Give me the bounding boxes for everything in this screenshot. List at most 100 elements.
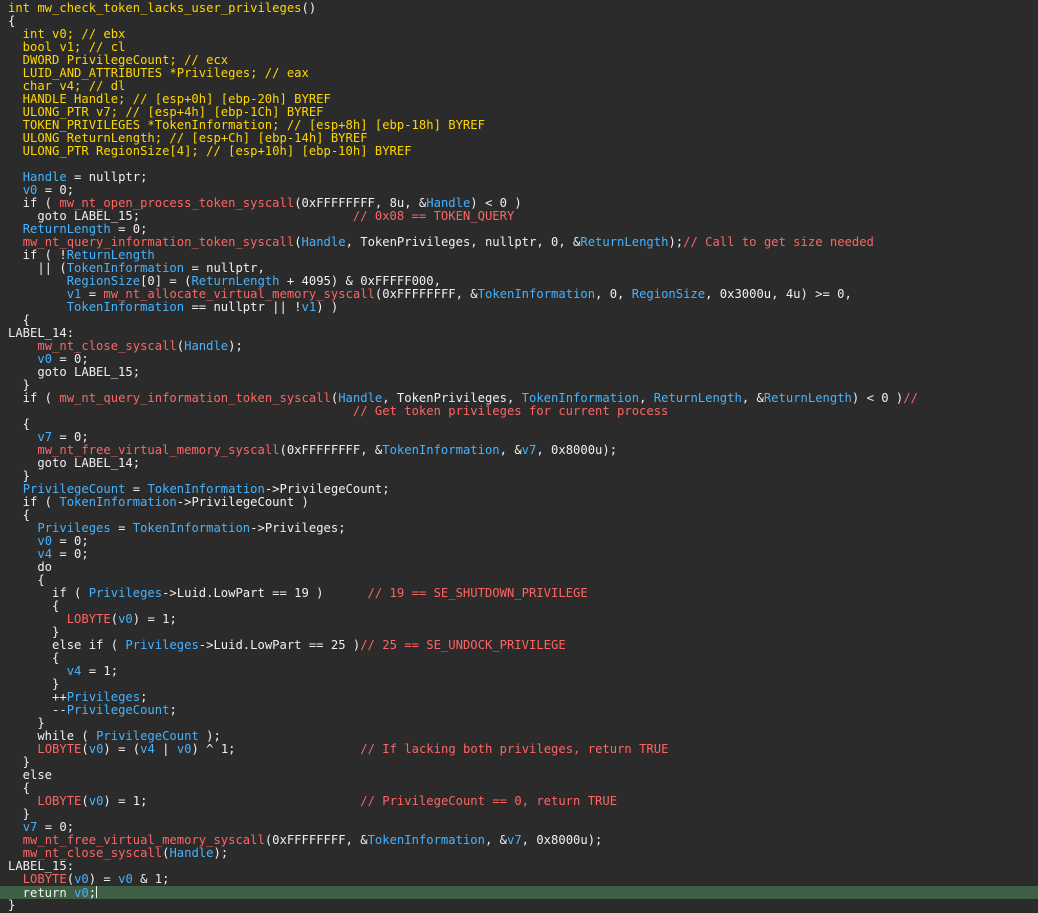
code-line[interactable]: mw_nt_close_syscall(Handle);: [8, 847, 1038, 860]
code-line[interactable]: {: [8, 418, 1038, 431]
variable-token[interactable]: TokenInformation: [67, 261, 184, 275]
variable-token[interactable]: v4: [37, 547, 52, 561]
code-line[interactable]: v4 = 1;: [8, 665, 1038, 678]
code-line[interactable]: Handle = nullptr;: [8, 171, 1038, 184]
variable-token[interactable]: Handle: [426, 196, 470, 210]
code-line[interactable]: TokenInformation == nullptr || !v1) ): [8, 301, 1038, 314]
variable-token[interactable]: ReturnLength: [67, 248, 155, 262]
code-line[interactable]: if ( TokenInformation->PrivilegeCount ): [8, 496, 1038, 509]
code-line[interactable]: [8, 158, 1038, 171]
function-call-token[interactable]: mw_nt_allocate_virtual_memory_syscall: [103, 287, 375, 301]
variable-token[interactable]: TokenInformation: [59, 495, 176, 509]
variable-token[interactable]: Handle: [184, 339, 228, 353]
variable-token[interactable]: Privileges: [125, 638, 198, 652]
variable-token[interactable]: RegionSize: [67, 274, 140, 288]
variable-token[interactable]: v7: [522, 443, 537, 457]
code-line[interactable]: LOBYTE(v0) = 1; // PrivilegeCount == 0, …: [8, 795, 1038, 808]
function-call-token[interactable]: LOBYTE: [37, 742, 81, 756]
variable-token[interactable]: v0: [74, 886, 89, 900]
variable-token[interactable]: v0: [37, 534, 52, 548]
code-line[interactable]: LOBYTE(v0) = (v4 | v0) ^ 1; // If lackin…: [8, 743, 1038, 756]
code-line[interactable]: goto LABEL_15; // 0x08 == TOKEN_QUERY: [8, 210, 1038, 223]
code-line[interactable]: if ( Privileges->Luid.LowPart == 19 ) //…: [8, 587, 1038, 600]
pseudocode-listing[interactable]: int mw_check_token_lacks_user_privileges…: [0, 2, 1038, 912]
function-call-token[interactable]: mw_nt_close_syscall: [37, 339, 176, 353]
function-call-token[interactable]: LOBYTE: [23, 872, 67, 886]
code-line[interactable]: int v0; // ebx: [8, 28, 1038, 41]
variable-token[interactable]: v0: [177, 742, 192, 756]
variable-token[interactable]: TokenInformation: [478, 287, 595, 301]
variable-token[interactable]: TokenInformation: [147, 482, 264, 496]
code-line[interactable]: {: [8, 314, 1038, 327]
function-call-token[interactable]: LOBYTE: [37, 794, 81, 808]
variable-token[interactable]: v0: [89, 742, 104, 756]
variable-token[interactable]: Handle: [338, 391, 382, 405]
code-line[interactable]: v0 = 0;: [8, 353, 1038, 366]
variable-token[interactable]: v0: [118, 612, 133, 626]
variable-token[interactable]: RegionSize: [632, 287, 705, 301]
code-line[interactable]: Privileges = TokenInformation->Privilege…: [8, 522, 1038, 535]
variable-token[interactable]: Handle: [23, 170, 67, 184]
variable-token[interactable]: v7: [507, 833, 522, 847]
variable-token[interactable]: TokenInformation: [522, 391, 639, 405]
code-line[interactable]: v4 = 0;: [8, 548, 1038, 561]
variable-token[interactable]: ReturnLength: [580, 235, 668, 249]
current-code-line[interactable]: return v0;: [0, 886, 1038, 900]
variable-token[interactable]: v4: [67, 664, 82, 678]
variable-token[interactable]: TokenInformation: [368, 833, 485, 847]
variable-token[interactable]: v7: [23, 820, 38, 834]
variable-token[interactable]: Handle: [302, 235, 346, 249]
variable-token[interactable]: Privileges: [67, 690, 140, 704]
code-line[interactable]: goto LABEL_14;: [8, 457, 1038, 470]
variable-token[interactable]: TokenInformation: [133, 521, 250, 535]
code-line[interactable]: ULONG_PTR RegionSize[4]; // [esp+10h] [e…: [8, 145, 1038, 158]
variable-token[interactable]: v7: [37, 430, 52, 444]
code-line[interactable]: LOBYTE(v0) = v0 & 1;: [8, 873, 1038, 886]
code-line[interactable]: }: [8, 808, 1038, 821]
variable-token[interactable]: TokenInformation: [67, 300, 184, 314]
code-line[interactable]: }: [8, 899, 1038, 912]
variable-token[interactable]: ReturnLength: [654, 391, 742, 405]
code-line[interactable]: mw_nt_close_syscall(Handle);: [8, 340, 1038, 353]
function-call-token[interactable]: mw_nt_query_information_token_syscall: [23, 235, 295, 249]
code-line[interactable]: LOBYTE(v0) = 1;: [8, 613, 1038, 626]
variable-token[interactable]: PrivilegeCount: [23, 482, 126, 496]
variable-token[interactable]: PrivilegeCount: [96, 729, 199, 743]
variable-token[interactable]: v0: [37, 352, 52, 366]
code-line[interactable]: {: [8, 15, 1038, 28]
variable-token[interactable]: v0: [118, 872, 133, 886]
code-line[interactable]: int mw_check_token_lacks_user_privileges…: [8, 2, 1038, 15]
variable-token[interactable]: ReturnLength: [23, 222, 111, 236]
function-call-token[interactable]: mw_nt_query_information_token_syscall: [59, 391, 331, 405]
variable-token[interactable]: Privileges: [37, 521, 110, 535]
variable-token[interactable]: TokenInformation: [382, 443, 499, 457]
pseudocode-view[interactable]: int mw_check_token_lacks_user_privileges…: [0, 0, 1038, 913]
variable-token[interactable]: PrivilegeCount: [67, 703, 170, 717]
variable-token[interactable]: v1: [67, 287, 82, 301]
variable-token[interactable]: ReturnLength: [191, 274, 279, 288]
code-line[interactable]: mw_nt_query_information_token_syscall(Ha…: [8, 236, 1038, 249]
code-line[interactable]: LUID_AND_ATTRIBUTES *Privileges; // eax: [8, 67, 1038, 80]
variable-token[interactable]: v1: [302, 300, 317, 314]
variable-token[interactable]: Handle: [169, 846, 213, 860]
code-line[interactable]: else: [8, 769, 1038, 782]
variable-token[interactable]: ReturnLength: [764, 391, 852, 405]
code-line[interactable]: }: [8, 756, 1038, 769]
code-line[interactable]: }: [8, 678, 1038, 691]
variable-token[interactable]: Privileges: [89, 586, 162, 600]
code-line[interactable]: do: [8, 561, 1038, 574]
code-line[interactable]: mw_nt_free_virtual_memory_syscall(0xFFFF…: [8, 444, 1038, 457]
function-call-token[interactable]: mw_nt_open_process_token_syscall: [59, 196, 294, 210]
function-call-token[interactable]: mw_nt_free_virtual_memory_syscall: [37, 443, 279, 457]
code-line[interactable]: v0 = 0;: [8, 535, 1038, 548]
code-line[interactable]: goto LABEL_15;: [8, 366, 1038, 379]
function-call-token[interactable]: mw_nt_close_syscall: [23, 846, 162, 860]
variable-token[interactable]: v0: [23, 183, 38, 197]
code-line[interactable]: {: [8, 652, 1038, 665]
function-call-token[interactable]: mw_nt_free_virtual_memory_syscall: [23, 833, 265, 847]
function-call-token[interactable]: LOBYTE: [67, 612, 111, 626]
variable-token[interactable]: v4: [140, 742, 155, 756]
variable-token[interactable]: v0: [74, 872, 89, 886]
code-line[interactable]: else if ( Privileges->Luid.LowPart == 25…: [8, 639, 1038, 652]
code-line[interactable]: --PrivilegeCount;: [8, 704, 1038, 717]
